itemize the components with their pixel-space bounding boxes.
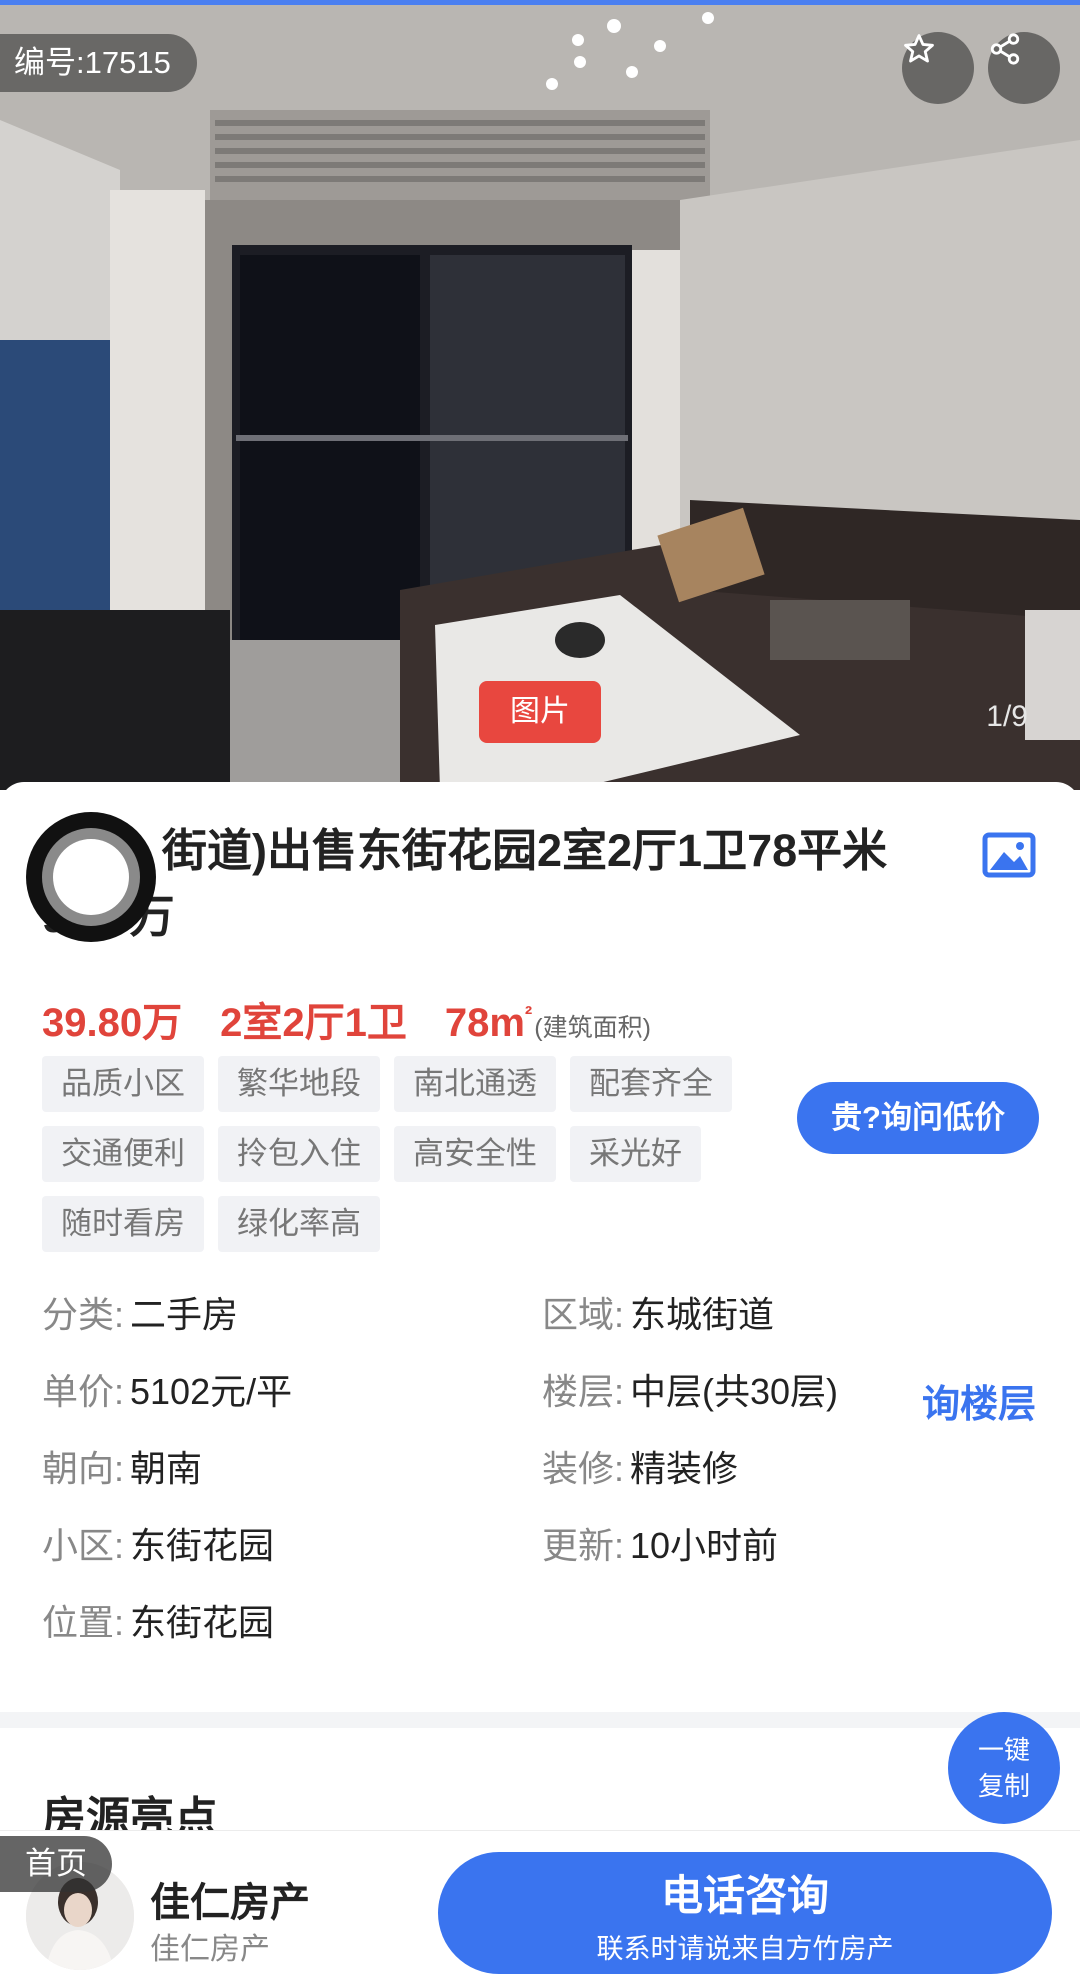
listing-title: 街道)出售东街花园2室2厅1卫78平米 9.80万 [42,825,888,942]
info-unit-price: 单价: 5102元/平 [42,1371,293,1412]
listing-id-badge: 编号:17515 [0,34,197,92]
call-button-sublabel: 联系时请说来自方竹房产 [596,1934,894,1964]
info-category: 分类: 二手房 [42,1294,239,1335]
info-location: 位置: 东街花园 [42,1602,275,1643]
price-row: 39.80万 2室2厅1卫 78m² (建筑面积) [42,990,651,1048]
spinner-core [53,839,129,915]
feature-tag: 繁华地段 [218,1056,380,1112]
phone-consult-button[interactable]: 电话咨询 联系时请说来自方竹房产 [438,1852,1052,1974]
agent-company: 佳仁房产 [150,1933,270,1966]
info-floor: 楼层: 中层(共30层) [542,1371,839,1412]
photo-counter: 1/9 [986,700,1028,733]
star-icon [904,34,934,63]
call-button-label: 电话咨询 [660,1872,829,1919]
floor-area: 78m² [444,1001,533,1045]
feature-tag: 品质小区 [42,1056,204,1112]
copy-button-line2: 复制 [977,1771,1030,1801]
info-decoration: 装修: 精装修 [542,1448,739,1489]
feature-tag: 配套齐全 [570,1056,732,1112]
room-layout: 2室2厅1卫 [220,1001,407,1045]
favorite-button[interactable] [902,32,974,104]
one-click-copy-button[interactable]: 一键 复制 [948,1712,1060,1824]
loading-spinner-overlay [26,812,156,942]
feature-tag: 随时看房 [42,1196,204,1252]
share-icon [990,33,1020,65]
feature-tag: 采光好 [570,1126,701,1182]
title-image-icon-button[interactable] [982,832,1036,883]
spinner-ring [42,828,140,926]
share-button[interactable] [988,32,1060,104]
image-icon [982,832,1036,878]
top-accent-line [0,0,1080,5]
total-price: 39.80万 [42,1001,183,1045]
listing-photo[interactable]: 编号:17515 图片 1/9 [0,0,1080,790]
info-updated: 更新: 10小时前 [542,1525,779,1566]
info-community: 小区: 东街花园 [42,1525,275,1566]
ask-low-price-button[interactable]: 贵?询问低价 [797,1082,1039,1154]
living-room-photo [0,0,1080,790]
feature-tag: 南北通透 [394,1056,556,1112]
info-orientation: 朝向: 朝南 [42,1448,203,1489]
feature-tag: 拎包入住 [218,1126,380,1182]
feature-tags: 品质小区 繁华地段 南北通透 配套齐全 交通便利 拎包入住 高安全性 采光好 随… [42,1056,782,1266]
image-tab-button[interactable]: 图片 [479,681,601,743]
info-region: 区域: 东城街道 [542,1294,775,1335]
area-note: (建筑面积) [534,1014,651,1042]
agent-name[interactable]: 佳仁房产 [150,1870,310,1928]
feature-tag: 交通便利 [42,1126,204,1182]
ask-floor-link[interactable]: 询楼层 [922,1373,1036,1428]
home-tab-button[interactable]: 首页 [0,1836,112,1892]
section-divider [0,1712,1080,1728]
feature-tag: 高安全性 [394,1126,556,1182]
feature-tag: 绿化率高 [218,1196,380,1252]
copy-button-line1: 一键 [977,1735,1030,1765]
